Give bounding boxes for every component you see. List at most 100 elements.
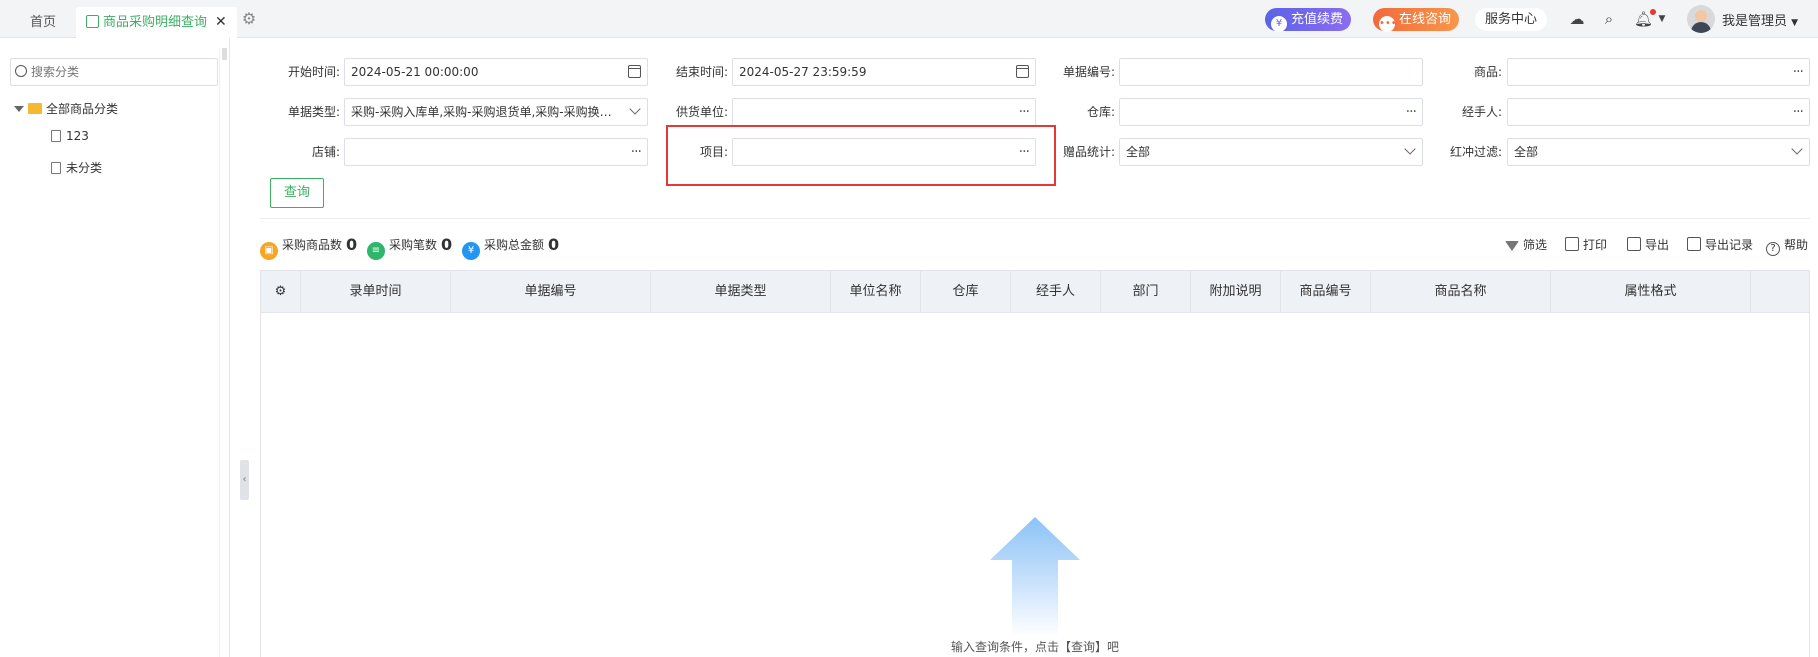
help-icon: ? [1766,242,1780,256]
column-header[interactable]: 部门 [1101,271,1191,313]
doc-number-field[interactable] [1119,58,1423,86]
column-header[interactable]: 商品编号 [1281,271,1371,313]
column-settings-gear-icon[interactable]: ⚙ [261,271,301,313]
funnel-icon [1505,241,1519,251]
consult-label: 在线咨询 [1399,12,1452,27]
tab-label: 商品采购明细查询 [103,15,208,30]
more-icon[interactable]: ··· [1406,99,1417,125]
sidebar-scrollbar[interactable] [219,48,229,657]
avatar[interactable] [1687,5,1715,33]
user-menu[interactable]: 我是管理员 ▼ [1722,10,1798,29]
project-highlight-box [666,125,1056,186]
category-search[interactable] [10,58,218,86]
help-button[interactable]: ? 帮助 [1766,235,1809,256]
tree-item[interactable]: 123 [51,129,89,143]
folder-icon [28,103,42,114]
doc-type-label: 单据类型: [287,105,340,119]
filter-button[interactable]: 筛选 [1505,235,1547,255]
end-time-label: 结束时间: [675,65,728,79]
store-field[interactable]: ··· [344,138,648,166]
collapse-sidebar-handle[interactable]: ‹ [240,460,249,500]
export-icon [1627,237,1641,251]
tree-item[interactable]: 未分类 [51,159,102,176]
more-icon[interactable]: ··· [1793,59,1804,85]
category-sidebar: 全部商品分类 123 未分类 [0,38,230,657]
caret-down-icon: ▼ [1791,18,1799,28]
more-icon[interactable]: ··· [1793,99,1804,125]
start-time-field[interactable]: 2024-05-21 00:00:00 [344,58,648,86]
stat-label: 采购总金额 [484,238,545,252]
up-arrow-icon [990,517,1080,637]
column-header[interactable]: 属性格式 [1551,271,1751,313]
top-bar: 首页 商品采购明细查询 ✕ ⚙ ¥ 充值续费 ••• 在线咨询 服务中心 ☁ ⌕ 🔔︎… [0,0,1818,38]
tree-item-label: 未分类 [66,161,103,175]
column-header[interactable]: 单据类型 [651,271,831,313]
tab-goods-purchase-detail[interactable]: 商品采购明细查询 ✕ [76,7,237,38]
column-header[interactable]: 附加说明 [1191,271,1281,313]
chevron-down-icon [1791,143,1803,155]
store-label: 店铺: [311,145,340,159]
consult-button[interactable]: ••• 在线咨询 [1373,8,1460,32]
print-button[interactable]: 打印 [1565,235,1607,255]
print-label: 打印 [1583,238,1608,252]
doc-type-select[interactable]: 采购-采购入库单,采购-采购退货单,采购-采购换货单 [344,98,648,126]
close-icon[interactable]: ✕ [215,14,227,30]
gift-stat-value: 全部 [1126,145,1151,159]
tab-home[interactable]: 首页 [18,7,68,38]
goods-field[interactable]: ··· [1507,58,1810,86]
chevron-down-icon [629,103,641,115]
filter-label: 筛选 [1523,238,1548,252]
export-button[interactable]: 导出 [1627,235,1669,255]
service-center-button[interactable]: 服务中心 [1475,8,1548,31]
scroll-thumb[interactable] [222,48,227,60]
warehouse-field[interactable]: ··· [1119,98,1423,126]
calendar-icon[interactable] [1016,65,1029,78]
renew-button[interactable]: ¥ 充值续费 [1265,8,1352,32]
user-name: 我是管理员 [1722,14,1788,29]
stat-label: 采购商品数 [282,238,343,252]
end-time-value: 2024-05-27 23:59:59 [739,65,867,79]
column-header[interactable]: 商品名称 [1371,271,1551,313]
printer-icon [1565,237,1579,251]
more-icon[interactable]: ··· [631,139,642,165]
export-log-label: 导出记录 [1705,238,1754,252]
doc-type-value: 采购-采购入库单,采购-采购退货单,采购-采购换货单 [351,105,617,119]
export-log-button[interactable]: 导出记录 [1687,235,1753,255]
end-time-field[interactable]: 2024-05-27 23:59:59 [732,58,1036,86]
expand-triangle-icon[interactable] [14,106,24,112]
cloud-download-icon[interactable]: ☁ [1568,10,1586,28]
tree-root-all-categories[interactable]: 全部商品分类 [14,100,118,117]
handler-field[interactable]: ··· [1507,98,1810,126]
stat-value: 0 [548,235,560,254]
column-header[interactable]: 录单时间 [301,271,451,313]
export-log-icon [1687,237,1701,251]
red-flush-value: 全部 [1514,145,1539,159]
column-header[interactable]: 经手人 [1011,271,1101,313]
search-doc-icon [86,15,99,28]
column-header[interactable]: 单据编号 [451,271,651,313]
gift-stat-label: 赠品统计: [1062,145,1115,159]
more-icon[interactable]: ··· [1019,99,1030,125]
chat-icon: ••• [1379,16,1397,32]
supplier-label: 供货单位: [675,105,728,119]
caret-down-icon[interactable]: ▼ [1653,10,1671,28]
doc-number-label: 单据编号: [1062,65,1115,79]
help-label: 帮助 [1784,238,1809,252]
yuan-icon: ¥ [462,242,480,260]
gear-icon[interactable]: ⚙ [240,10,258,28]
supplier-field[interactable]: ··· [732,98,1036,126]
calendar-icon[interactable] [628,65,641,78]
stat-value: 0 [346,235,358,254]
stat-goods-count: ▣ 采购商品数 0 [260,235,358,260]
column-header[interactable]: 单位名称 [831,271,921,313]
document-icon: ≡ [367,242,385,260]
query-button[interactable]: 查询 [270,178,324,208]
gift-stat-select[interactable]: 全部 [1119,138,1423,166]
goods-label: 商品: [1473,65,1502,79]
column-header[interactable]: 仓库 [921,271,1011,313]
tree-root-label: 全部商品分类 [46,102,119,116]
category-search-input[interactable] [31,63,211,81]
divider [260,218,1810,219]
search-icon[interactable]: ⌕ [1600,10,1618,28]
red-flush-select[interactable]: 全部 [1507,138,1810,166]
